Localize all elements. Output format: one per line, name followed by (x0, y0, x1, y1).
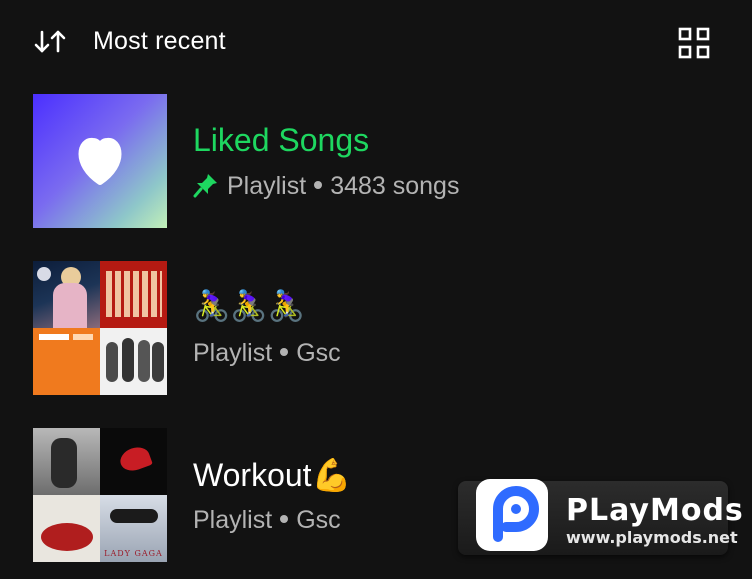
watermark-brand: PLayMods (566, 493, 744, 528)
playlist-cover-mosaic: LADY GAGA (33, 428, 167, 562)
library-header: Most recent (0, 0, 752, 84)
album-art-tile (100, 261, 167, 328)
separator-dot (280, 348, 289, 357)
album-art-text: LADY GAGA (104, 549, 163, 558)
playmods-logo (476, 479, 548, 551)
playlist-type: Playlist (193, 506, 273, 534)
playlist-title: Liked Songs (193, 122, 370, 158)
playlist-meta: Playlist 3483 songs (193, 172, 459, 201)
grid-view-icon[interactable] (678, 27, 710, 59)
playlist-meta: Playlist Gsc (193, 339, 341, 368)
separator-dot (280, 515, 289, 524)
album-art-tile (33, 428, 100, 495)
list-item-liked-songs[interactable]: Liked Songs Playlist 3483 songs (0, 94, 752, 230)
separator-dot (314, 181, 323, 190)
sort-label[interactable]: Most recent (93, 27, 226, 56)
pin-icon (193, 174, 217, 198)
playlist-type: Playlist (227, 172, 307, 200)
album-art-tile (33, 495, 100, 562)
album-art-tile (100, 428, 167, 495)
playlist-detail: Gsc (296, 506, 341, 534)
playlist-title: Workout💪 (193, 457, 352, 493)
playlist-title: 🚴‍♀️🚴‍♀️🚴‍♀️ (193, 289, 306, 324)
heart-icon (78, 138, 122, 185)
watermark-url: www.playmods.net (566, 528, 738, 547)
playmods-watermark: PLayMods www.playmods.net (458, 479, 743, 555)
playlist-cover-mosaic (33, 261, 167, 395)
liked-songs-cover (33, 94, 167, 228)
album-art-tile (33, 261, 100, 328)
album-art-tile (100, 328, 167, 395)
sort-arrows-icon[interactable] (33, 28, 67, 56)
playlist-detail: 3483 songs (330, 172, 460, 200)
list-item-cycling-playlist[interactable]: 🚴‍♀️🚴‍♀️🚴‍♀️ Playlist Gsc (0, 261, 752, 397)
album-art-tile (33, 328, 100, 395)
playlist-detail: Gsc (296, 339, 341, 367)
playlist-meta: Playlist Gsc (193, 506, 341, 535)
album-art-tile: LADY GAGA (100, 495, 167, 562)
playlist-type: Playlist (193, 339, 273, 367)
